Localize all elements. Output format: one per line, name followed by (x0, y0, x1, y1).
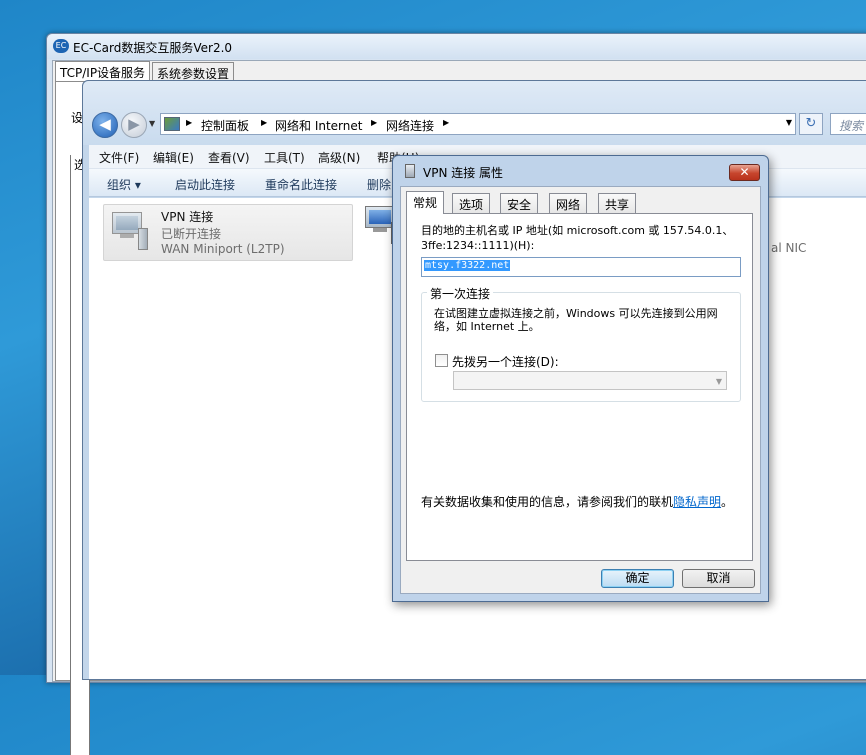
tab-sharing[interactable]: 共享 (598, 193, 637, 213)
back-button[interactable]: ◀ (92, 112, 118, 138)
privacy-link[interactable]: 隐私声明 (673, 495, 721, 509)
refresh-icon: ↻ (805, 116, 817, 131)
delete-button[interactable]: 删除 (367, 176, 391, 193)
menu-tools[interactable]: 工具(T) (264, 149, 305, 166)
privacy-text: 有关数据收集和使用的信息，请参阅我们的联机 (421, 495, 674, 509)
address-dropdown[interactable]: ▼ (786, 118, 792, 127)
chevron-right-icon[interactable]: ▶ (443, 118, 449, 127)
breadcrumb-control-panel[interactable]: 控制面板 (201, 117, 249, 134)
first-connection-description: 在试图建立虚拟连接之前，Windows 可以先连接到公用网络，如 Interne… (434, 307, 718, 333)
close-button[interactable]: ✕ (729, 164, 760, 181)
phone-connection-icon (405, 164, 415, 178)
close-icon: ✕ (739, 165, 750, 179)
arrow-right-icon: ▶ (128, 115, 140, 133)
tab-options[interactable]: 选项 (452, 193, 491, 213)
network-computer-icon (108, 210, 148, 254)
host-label: 目的地的主机名或 IP 地址(如 microsoft.com 或 157.54.… (421, 224, 734, 252)
vpn-connection-tile[interactable]: VPN 连接 已断开连接 WAN Miniport (L2TP) (103, 204, 353, 261)
navigation-bar: ◀ ▶ ▼ ▶ 控制面板 ▶ 网络和 Internet ▶ 网络连接 ▶ ▼ ↻… (83, 81, 866, 145)
predial-checkbox[interactable] (435, 354, 448, 367)
tab-network[interactable]: 网络 (549, 193, 588, 213)
address-bar[interactable]: ▶ 控制面板 ▶ 网络和 Internet ▶ 网络连接 ▶ ▼ (160, 113, 796, 135)
chevron-down-icon: ▼ (715, 377, 722, 386)
breadcrumb-network-internet[interactable]: 网络和 Internet (275, 117, 362, 134)
chevron-right-icon[interactable]: ▶ (261, 118, 267, 127)
menu-edit[interactable]: 编辑(E) (153, 149, 194, 166)
dialog-title: VPN 连接 属性 (423, 166, 504, 180)
menu-view[interactable]: 查看(V) (208, 149, 250, 166)
connection-device: al NIC (771, 241, 807, 255)
dialog-titlebar[interactable]: VPN 连接 属性 ✕ (393, 156, 768, 186)
start-connection-button[interactable]: 启动此连接 (175, 176, 235, 193)
app-icon: EC (53, 39, 69, 53)
privacy-end: 。 (721, 495, 734, 509)
organize-button[interactable]: 组织 ▾ (107, 176, 141, 193)
window-title: EC-Card数据交互服务Ver2.0 (73, 41, 233, 55)
predial-label[interactable]: 先拨另一个连接(D): (452, 353, 559, 370)
refresh-button[interactable]: ↻ (799, 113, 823, 135)
menu-file[interactable]: 文件(F) (99, 149, 139, 166)
general-tab-page: 目的地的主机名或 IP 地址(如 microsoft.com 或 157.54.… (406, 213, 753, 561)
tab-tcpip-service[interactable]: TCP/IP设备服务 (55, 61, 151, 82)
ec-card-titlebar[interactable]: EC EC-Card数据交互服务Ver2.0 (47, 34, 866, 59)
vpn-properties-dialog: VPN 连接 属性 ✕ 常规 选项 安全 网络 共享 目的地的主机名或 IP 地… (392, 155, 769, 602)
connection-status: 已断开连接 (161, 227, 222, 241)
rename-connection-button[interactable]: 重命名此连接 (265, 176, 337, 193)
search-input[interactable]: 搜索 (830, 113, 866, 135)
arrow-left-icon: ◀ (99, 115, 111, 133)
menu-advanced[interactable]: 高级(N) (318, 149, 360, 166)
tab-system-params[interactable]: 系统参数设置 (152, 62, 235, 81)
cancel-button[interactable]: 取消 (682, 569, 755, 588)
control-panel-icon (164, 117, 180, 131)
breadcrumb-network-connections[interactable]: 网络连接 (386, 117, 434, 134)
predial-select[interactable]: ▼ (453, 371, 727, 390)
connection-device: WAN Miniport (L2TP) (161, 242, 285, 256)
first-connection-group: 第一次连接 在试图建立虚拟连接之前，Windows 可以先连接到公用网络，如 I… (421, 285, 741, 402)
forward-button[interactable]: ▶ (121, 112, 147, 138)
ok-button[interactable]: 确定 (601, 569, 674, 588)
tab-general[interactable]: 常规 (406, 191, 445, 214)
dialog-client: 常规 选项 安全 网络 共享 目的地的主机名或 IP 地址(如 microsof… (400, 186, 761, 594)
privacy-statement: 有关数据收集和使用的信息，请参阅我们的联机隐私声明。 (421, 493, 733, 510)
host-input-value: mtsy.f3322.net (424, 260, 511, 271)
host-input[interactable]: mtsy.f3322.net (421, 257, 741, 277)
tab-security[interactable]: 安全 (500, 193, 539, 213)
recent-pages-dropdown[interactable]: ▼ (149, 119, 155, 128)
chevron-right-icon[interactable]: ▶ (371, 118, 377, 127)
connection-name: VPN 连接 (161, 210, 214, 224)
group-legend: 第一次连接 (427, 285, 494, 302)
chevron-right-icon[interactable]: ▶ (186, 118, 192, 127)
